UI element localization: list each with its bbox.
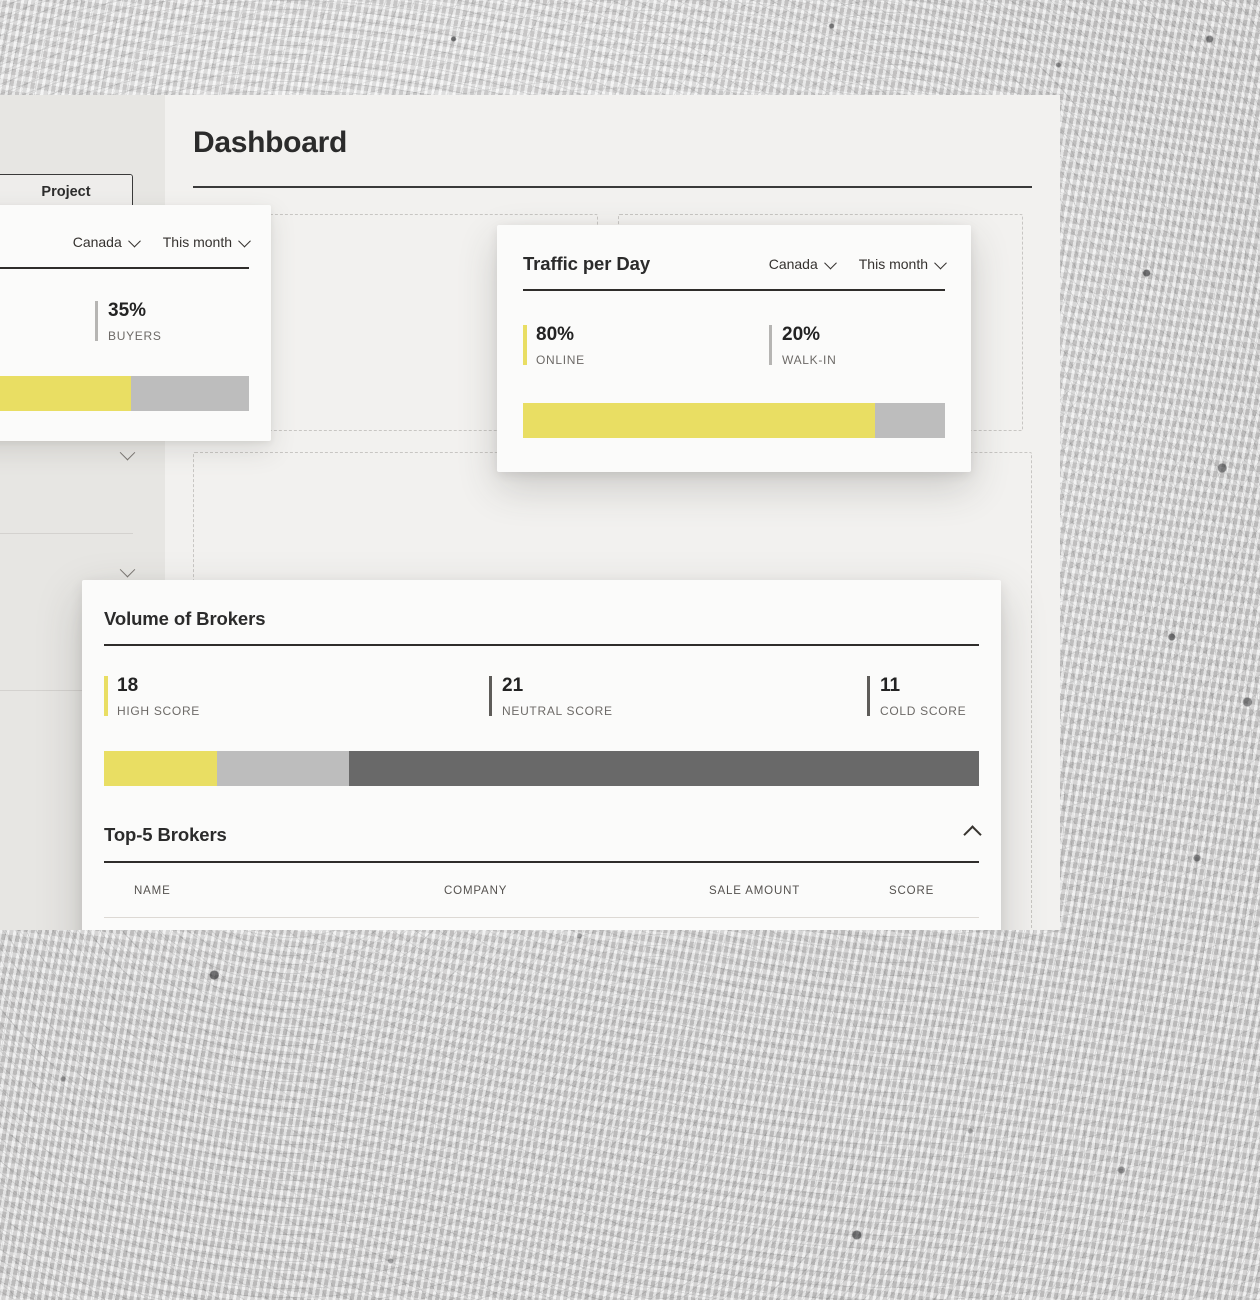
- card-filters: Canada This month: [768, 256, 947, 272]
- segmented-control[interactable]: General Project: [0, 174, 133, 209]
- filter-region[interactable]: Canada: [768, 256, 837, 272]
- filter-period-label: This month: [858, 256, 928, 272]
- col-header-name: NAME: [134, 862, 444, 918]
- card-traffic-per-day: Traffic per Day Canada This month 80% ON…: [497, 225, 971, 472]
- volume-meter: [104, 750, 979, 786]
- chevron-down-icon: [119, 561, 136, 577]
- table-body: 1 Omar Bator DB Development CA$12,452,10…: [104, 917, 979, 930]
- meter-segment-online: [523, 402, 876, 438]
- meter-segment-cold: [349, 750, 979, 786]
- stat-label: BROKERS: [0, 329, 95, 343]
- card-title: Volume of Brokers: [104, 608, 266, 629]
- top5-brokers-header: Top-5 Brokers: [104, 823, 982, 846]
- page-title-rule: [193, 186, 1032, 188]
- stat-label: HIGH SCORE: [117, 703, 201, 718]
- stat-label: BUYERS: [108, 328, 162, 343]
- card-lead-type: Lead Type Canada This month 65% BROKERS …: [0, 205, 271, 441]
- chevron-down-icon: [119, 444, 136, 460]
- stat-value: 18: [117, 675, 139, 696]
- stat-high-score: 18 HIGH SCORE: [104, 674, 489, 718]
- page-title: Dashboard: [193, 126, 347, 159]
- traffic-stats: 80% ONLINE 20% WALK-IN: [523, 323, 945, 367]
- col-header-score: SCORE: [889, 862, 979, 918]
- card-rule: [104, 644, 979, 646]
- stat-value: 65%: [0, 299, 95, 323]
- stat-label: ONLINE: [536, 352, 585, 367]
- meter-segment-walk-in: [875, 402, 945, 438]
- chevron-down-icon: [934, 256, 947, 269]
- col-header-rank: [104, 862, 134, 918]
- stat-neutral-score: 21 NEUTRAL SCORE: [489, 674, 867, 718]
- card-rule: [523, 289, 945, 291]
- traffic-meter: [523, 402, 945, 438]
- workspace-title: Hudson 8: [0, 128, 133, 154]
- col-header-sale-amount: SALE AMOUNT: [709, 862, 889, 918]
- stat-cold-score: 11 COLD SCORE: [867, 674, 966, 718]
- filter-period[interactable]: This month: [858, 256, 947, 272]
- cell-sale-amount: CA$12,452,100: [709, 917, 889, 930]
- card-title: Traffic per Day: [523, 253, 651, 274]
- card-volume-of-brokers: Volume of Brokers 18 HIGH SCORE 21 NEUTR…: [82, 580, 1001, 930]
- segment-project[interactable]: Project: [0, 175, 132, 208]
- chevron-up-icon[interactable]: [963, 825, 982, 844]
- lead-type-meter: [0, 375, 249, 411]
- lead-type-stats: 65% BROKERS 35% BUYERS: [0, 299, 249, 343]
- stat-brokers: 65% BROKERS: [0, 299, 95, 343]
- card-volume-header: Volume of Brokers: [104, 608, 979, 630]
- stat-label: COLD SCORE: [880, 703, 967, 718]
- card-lead-type-header: Lead Type Canada This month: [0, 231, 251, 253]
- cell-rank: 1: [104, 917, 134, 930]
- meter-segment-brokers: [0, 375, 131, 411]
- cell-score: HOT: [889, 917, 979, 930]
- chevron-down-icon: [823, 256, 837, 269]
- filter-period-label: This month: [162, 234, 232, 250]
- table-header-row: NAME COMPANY SALE AMOUNT SCORE: [104, 862, 979, 918]
- meter-segment-buyers: [130, 375, 249, 411]
- stat-value: 20%: [782, 324, 821, 345]
- stat-value: 80%: [536, 324, 575, 345]
- table-row[interactable]: 1 Omar Bator DB Development CA$12,452,10…: [104, 917, 979, 930]
- chevron-down-icon: [238, 234, 251, 247]
- card-rule: [0, 267, 249, 269]
- stat-online: 80% ONLINE: [523, 323, 769, 367]
- col-header-company: COMPANY: [444, 862, 709, 918]
- stat-label: NEUTRAL SCORE: [502, 703, 613, 718]
- sidebar-item-contacts[interactable]: Contacts: [0, 475, 153, 515]
- chevron-down-icon: [127, 234, 141, 247]
- filter-period[interactable]: This month: [162, 234, 251, 250]
- card-filters: Canada This month: [72, 234, 251, 250]
- card-traffic-header: Traffic per Day Canada This month: [523, 253, 947, 275]
- filter-region[interactable]: Canada: [72, 234, 141, 250]
- sidebar-divider-1: [0, 533, 133, 534]
- filter-region-label: Canada: [72, 234, 122, 250]
- top5-title: Top-5 Brokers: [104, 823, 227, 845]
- filter-region-label: Canada: [768, 256, 818, 272]
- meter-segment-high: [104, 750, 217, 786]
- volume-stats: 18 HIGH SCORE 21 NEUTRAL SCORE 11 COLD S…: [104, 674, 979, 718]
- stat-label: WALK-IN: [782, 352, 837, 367]
- sidebar-item-team[interactable]: Team: [0, 435, 153, 475]
- stat-value: 35%: [108, 300, 147, 321]
- stat-buyers: 35% BUYERS: [95, 299, 162, 343]
- meter-segment-neutral: [216, 750, 349, 786]
- stat-walk-in: 20% WALK-IN: [769, 323, 836, 367]
- cell-company: DB Development: [444, 917, 709, 930]
- app-window: Hudson 8 General Project Dashboard Offer…: [0, 95, 1060, 930]
- stat-value: 11: [880, 675, 901, 696]
- top5-brokers-table: NAME COMPANY SALE AMOUNT SCORE 1 Omar Ba…: [104, 862, 979, 930]
- stat-value: 21: [502, 675, 524, 696]
- cell-name: Omar Bator: [134, 917, 444, 930]
